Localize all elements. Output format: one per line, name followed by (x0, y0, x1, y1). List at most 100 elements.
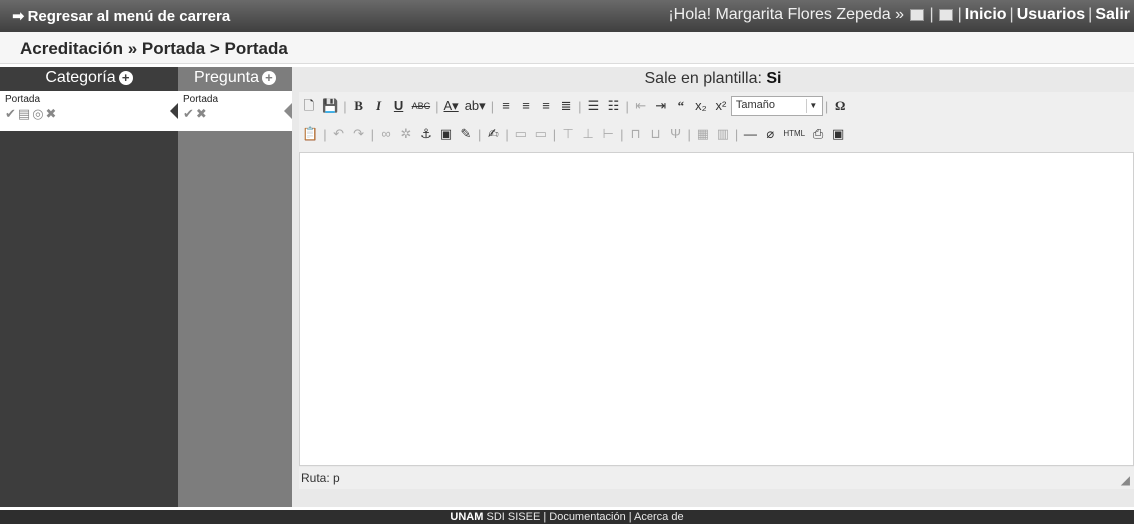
categoria-item[interactable]: Portada ✔▤◎✖ (0, 91, 178, 131)
user-nav: ¡Hola! Margarita Flores Zepeda » | | Inici… (668, 6, 1130, 24)
table-row-props-icon[interactable]: ▭ (514, 125, 528, 143)
italic-icon[interactable]: I (372, 97, 386, 115)
resize-handle-icon[interactable]: ◢ (1121, 473, 1130, 487)
breadcrumb: Acreditación » Portada > Portada (0, 32, 1134, 64)
numbered-list-icon[interactable]: ☷ (606, 97, 620, 115)
align-right-icon[interactable]: ≡ (539, 97, 553, 115)
add-categoria-icon[interactable]: + (118, 70, 133, 85)
font-size-value: Tamaño (735, 99, 775, 111)
divider: | (1009, 6, 1014, 23)
edit-source-icon[interactable]: ✍ (486, 125, 500, 143)
footer: UNAM SDI SISEE | Documentación | Acerca … (0, 510, 1134, 524)
profile-icon[interactable] (910, 8, 925, 21)
bullet-list-icon[interactable]: ☰ (586, 97, 600, 115)
superscript-icon[interactable]: x² (714, 97, 728, 115)
document-icon[interactable]: ▤ (18, 106, 32, 121)
divider: | (687, 126, 691, 142)
editor-area: Sale en plantilla: Si 🗋 💾 | B I U ABC | … (292, 67, 1134, 507)
delete-icon[interactable]: ✖ (46, 106, 59, 121)
print-icon[interactable]: ⎙ (811, 125, 825, 143)
bold-icon[interactable]: B (352, 97, 366, 115)
categoria-header-label: Categoría (45, 69, 116, 86)
redo-icon[interactable]: ↷ (352, 125, 366, 143)
fullscreen-icon[interactable]: ▣ (831, 125, 845, 143)
cleanup-icon[interactable]: ✎ (459, 125, 473, 143)
unlink-icon[interactable]: ✲ (399, 125, 413, 143)
insert-row-after-icon[interactable]: ⊥ (581, 125, 595, 143)
html-icon[interactable]: HTML (783, 125, 805, 143)
text-color-icon[interactable]: A▾ (443, 97, 458, 115)
insert-col-after-icon[interactable]: ⊔ (649, 125, 663, 143)
add-pregunta-icon[interactable]: + (261, 70, 276, 85)
font-size-select[interactable]: Tamaño ▼ (730, 96, 823, 116)
plantilla-value: Si (766, 70, 782, 87)
indent-icon[interactable]: ⇥ (654, 97, 668, 115)
categoria-header: Categoría + (0, 67, 178, 91)
editor-content[interactable] (299, 152, 1134, 466)
editor-toolbar: 🗋 💾 | B I U ABC | A▾ ab▾ | ≡ ≡ ≡ ≣ | ☰ ☷… (299, 92, 1134, 152)
plantilla-status: Sale en plantilla: Si (292, 67, 1134, 91)
remove-format-icon[interactable]: ⌀ (763, 125, 777, 143)
merge-cells-icon[interactable]: ▥ (716, 125, 730, 143)
delete-icon[interactable]: ✖ (196, 106, 209, 121)
divider: | (578, 98, 582, 114)
chevron-down-icon: ▼ (805, 99, 820, 113)
settings-icon[interactable] (938, 8, 953, 21)
link-icon[interactable]: ∞ (379, 125, 393, 143)
categoria-item-name: Portada (5, 94, 41, 105)
highlight-color-icon[interactable]: ab▾ (465, 97, 486, 115)
path-label: Ruta: p (301, 471, 340, 485)
strikethrough-icon[interactable]: ABC (412, 97, 431, 115)
align-center-icon[interactable]: ≡ (519, 97, 533, 115)
outdent-icon[interactable]: ⇤ (634, 97, 648, 115)
divider: | (625, 98, 629, 114)
divider: | (505, 126, 509, 142)
insert-row-before-icon[interactable]: ⊤ (561, 125, 575, 143)
editor-status-bar: Ruta: p ◢ (299, 467, 1134, 489)
insert-col-before-icon[interactable]: ⊓ (629, 125, 643, 143)
toolbar-row-2: 📋 | ↶ ↷ | ∞ ✲ ⚓ ▣ ✎ | ✍ | ▭ ▭ | ⊤ ⊥ ⊢ | … (299, 120, 1134, 148)
divider: | (435, 98, 439, 114)
table-cell-props-icon[interactable]: ▭ (534, 125, 548, 143)
horizontal-rule-icon[interactable]: — (743, 125, 757, 143)
special-char-icon[interactable]: Ω (833, 97, 847, 115)
salir-link[interactable]: Salir (1095, 6, 1130, 23)
greeting-text: ¡Hola! Margarita Flores Zepeda » (668, 6, 904, 23)
pregunta-column: Pregunta + Portada ✔✖ (178, 67, 292, 507)
arrow-right-icon: ➡ (12, 8, 25, 25)
back-to-career-menu-link[interactable]: ➡ Regresar al menú de carrera (12, 7, 230, 25)
toolbar-row-1: 🗋 💾 | B I U ABC | A▾ ab▾ | ≡ ≡ ≡ ≣ | ☰ ☷… (299, 92, 1134, 120)
usuarios-link[interactable]: Usuarios (1017, 6, 1085, 23)
divider: | (929, 6, 934, 23)
preview-icon[interactable]: ◎ (32, 106, 45, 121)
check-icon[interactable]: ✔ (183, 106, 196, 121)
delete-col-icon[interactable]: Ψ (669, 125, 683, 143)
divider: | (824, 98, 829, 114)
categoria-column: Categoría + Portada ✔▤◎✖ (0, 67, 178, 507)
categoria-item-actions: ✔▤◎✖ (5, 106, 178, 122)
divider: | (1088, 6, 1093, 23)
pregunta-item-actions: ✔✖ (183, 106, 292, 122)
pregunta-item[interactable]: Portada ✔✖ (178, 91, 292, 131)
blockquote-icon[interactable]: “ (674, 97, 688, 115)
check-icon[interactable]: ✔ (5, 106, 18, 121)
underline-icon[interactable]: U (392, 97, 406, 115)
image-icon[interactable]: ▣ (439, 125, 453, 143)
pregunta-header-label: Pregunta (194, 69, 259, 86)
align-justify-icon[interactable]: ≣ (559, 97, 573, 115)
save-icon[interactable]: 💾 (322, 97, 338, 115)
new-document-icon[interactable]: 🗋 (302, 97, 316, 115)
split-cells-icon[interactable]: ▦ (696, 125, 710, 143)
divider: | (490, 98, 495, 114)
divider: | (323, 126, 327, 142)
footer-brand: UNAM (450, 511, 484, 523)
subscript-icon[interactable]: x₂ (694, 97, 708, 115)
align-left-icon[interactable]: ≡ (499, 97, 513, 115)
paste-icon[interactable]: 📋 (302, 125, 318, 143)
divider: | (734, 126, 739, 142)
undo-icon[interactable]: ↶ (332, 125, 346, 143)
delete-row-icon[interactable]: ⊢ (601, 125, 615, 143)
inicio-link[interactable]: Inicio (965, 6, 1007, 23)
plantilla-label: Sale en plantilla: (644, 70, 762, 87)
anchor-icon[interactable]: ⚓ (419, 125, 433, 143)
